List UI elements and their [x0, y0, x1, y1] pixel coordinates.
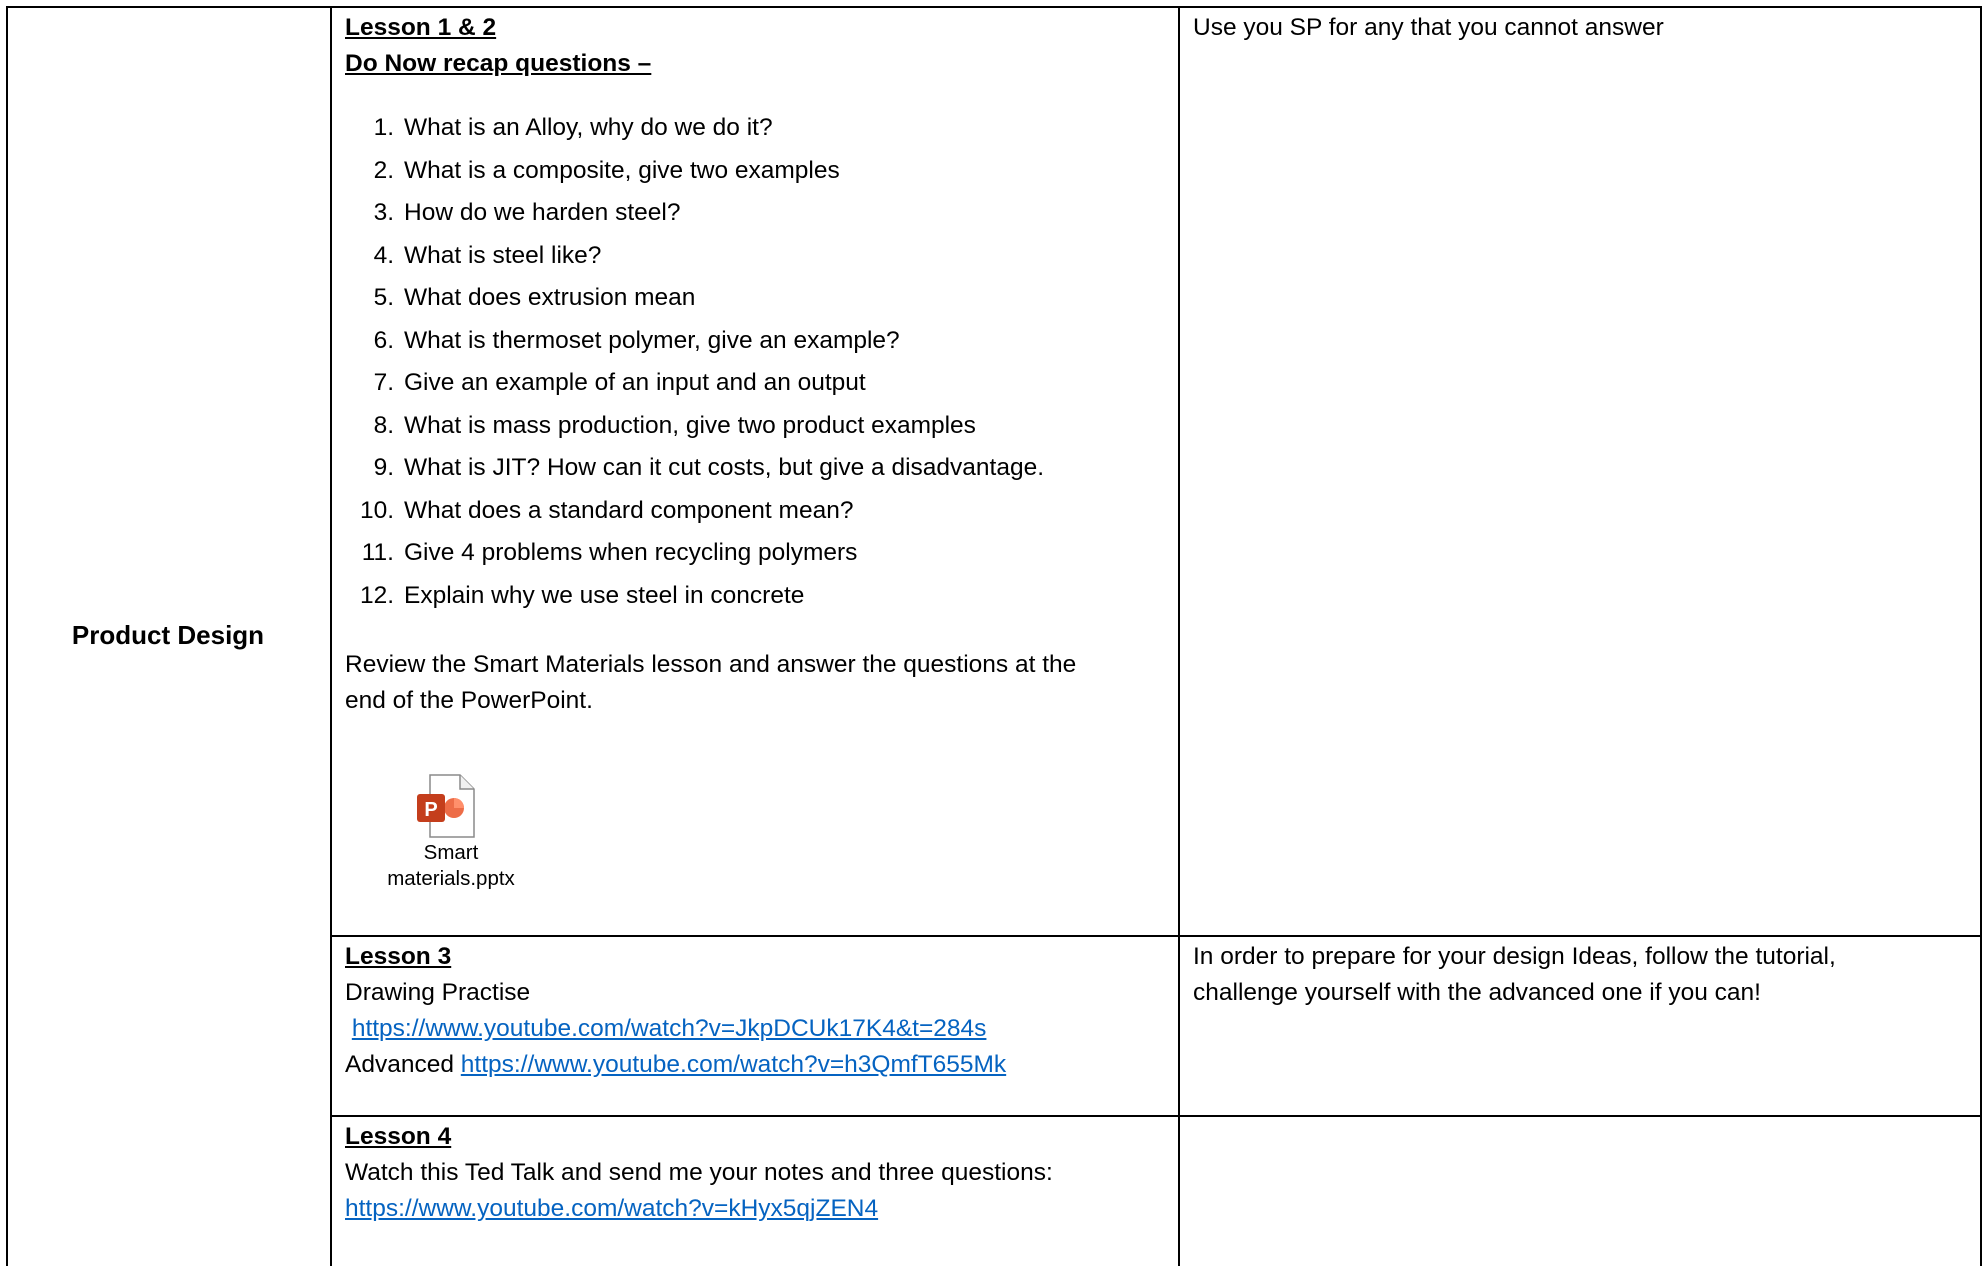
list-item: 4. What is steel like? [345, 235, 1165, 278]
lesson12-subtitle: Do Now recap questions – [345, 50, 652, 77]
list-item: 8. What is mass production, give two prod… [345, 405, 1165, 448]
question-number: 6. [373, 326, 394, 354]
list-item: 9. What is JIT? How can it cut costs, but… [345, 447, 1165, 490]
list-item: 6. What is thermoset polymer, give an exa… [345, 320, 1165, 363]
youtube-link-ted-talk[interactable]: https://www.youtube.com/watch?v=kHyx5qjZ… [345, 1195, 878, 1222]
lesson4-title: Lesson 4 [345, 1123, 452, 1150]
list-item: 2. What is a composite, give two examples [345, 150, 1165, 193]
question-text: What does extrusion mean [404, 284, 696, 312]
list-item: 3. How do we harden steel? [345, 192, 1165, 235]
question-text: What is thermoset polymer, give an examp… [404, 326, 900, 354]
question-number: 9. [373, 454, 394, 482]
question-number: 12. [359, 581, 394, 609]
question-text: Give 4 problems when recycling polymers [404, 539, 858, 567]
lesson3-advanced-row: Advanced https://www.youtube.com/watch?v… [345, 1047, 1165, 1083]
review-instruction: Review the Smart Materials lesson and an… [345, 647, 1165, 719]
table-border-top [6, 6, 1982, 8]
col-divider-2 [1178, 6, 1180, 1266]
question-text: What is JIT? How can it cut costs, but g… [404, 454, 1045, 482]
lesson3-note-line-1: In order to prepare for your design Idea… [1193, 943, 1836, 970]
list-item: 10. What does a standard component mean? [345, 490, 1165, 533]
review-line-2: end of the PowerPoint. [345, 687, 593, 714]
list-item: 11. Give 4 problems when recycling polyme… [345, 532, 1165, 575]
question-text: Explain why we use steel in concrete [404, 581, 805, 609]
question-number: 11. [361, 539, 394, 567]
lesson3-link-row: https://www.youtube.com/watch?v=JkpDCUk1… [345, 1011, 1165, 1047]
recap-question-list: 1. What is an Alloy, why do we do it? 2. W… [345, 107, 1165, 617]
question-number: 2. [373, 156, 394, 184]
advanced-label: Advanced [345, 1051, 454, 1078]
question-text: Give an example of an input and an outpu… [404, 369, 866, 397]
question-text: How do we harden steel? [404, 199, 681, 227]
lesson3-title: Lesson 3 [345, 943, 452, 970]
lesson3-note-line-2: challenge yourself with the advanced one… [1193, 979, 1761, 1006]
question-number: 4. [373, 241, 394, 269]
question-number: 10. [359, 496, 394, 524]
file-label[interactable]: Smart materials.pptx [366, 840, 536, 892]
schedule-table: Product Design Lesson 1 & 2 Do Now recap… [6, 6, 1982, 1266]
question-text: What is mass production, give two produc… [404, 411, 976, 439]
list-item: 12. Explain why we use steel in concrete [345, 575, 1165, 618]
file-label-line-1: Smart [423, 841, 479, 864]
lesson3-content: Lesson 3 Drawing Practise https://www.yo… [345, 939, 1165, 1083]
list-item: 5. What does extrusion mean [345, 277, 1165, 320]
lesson3-drawing-label: Drawing Practise [345, 979, 531, 1006]
question-number: 8. [373, 411, 394, 439]
svg-text:P: P [424, 799, 437, 821]
question-number: 3. [373, 199, 394, 227]
youtube-link-drawing[interactable]: https://www.youtube.com/watch?v=JkpDCUk1… [352, 1015, 987, 1042]
file-label-line-2: materials.pptx [387, 867, 515, 890]
col-divider-1 [330, 6, 332, 1266]
lesson12-title: Lesson 1 & 2 [345, 14, 497, 41]
question-number: 7. [373, 369, 394, 397]
lesson3-note: In order to prepare for your design Idea… [1193, 939, 1973, 1011]
lesson4-content: Lesson 4 Watch this Ted Talk and send me… [345, 1119, 1165, 1227]
question-number: 1. [373, 114, 394, 142]
question-text: What does a standard component mean? [404, 496, 854, 524]
question-number: 5. [373, 284, 394, 312]
question-text: What is a composite, give two examples [404, 156, 840, 184]
lesson4-link-row: https://www.youtube.com/watch?v=kHyx5qjZ… [345, 1191, 1165, 1227]
row-divider-1 [330, 935, 1982, 937]
row-divider-2 [330, 1115, 1982, 1117]
youtube-link-advanced[interactable]: https://www.youtube.com/watch?v=h3QmfT65… [461, 1051, 1006, 1078]
question-text: What is an Alloy, why do we do it? [404, 114, 773, 142]
question-text: What is steel like? [404, 241, 602, 269]
subject-label: Product Design [71, 620, 265, 650]
review-line-1: Review the Smart Materials lesson and an… [345, 651, 1077, 678]
lesson12-note: Use you SP for any that you cannot answe… [1193, 14, 1664, 41]
lesson4-text: Watch this Ted Talk and send me your not… [345, 1159, 1053, 1186]
powerpoint-file-icon[interactable]: P [416, 774, 478, 840]
list-item: 1. What is an Alloy, why do we do it? [345, 107, 1165, 150]
list-item: 7. Give an example of an input and an out… [345, 362, 1165, 405]
lesson12-content: Lesson 1 & 2 Do Now recap questions – 1.… [345, 10, 1165, 719]
